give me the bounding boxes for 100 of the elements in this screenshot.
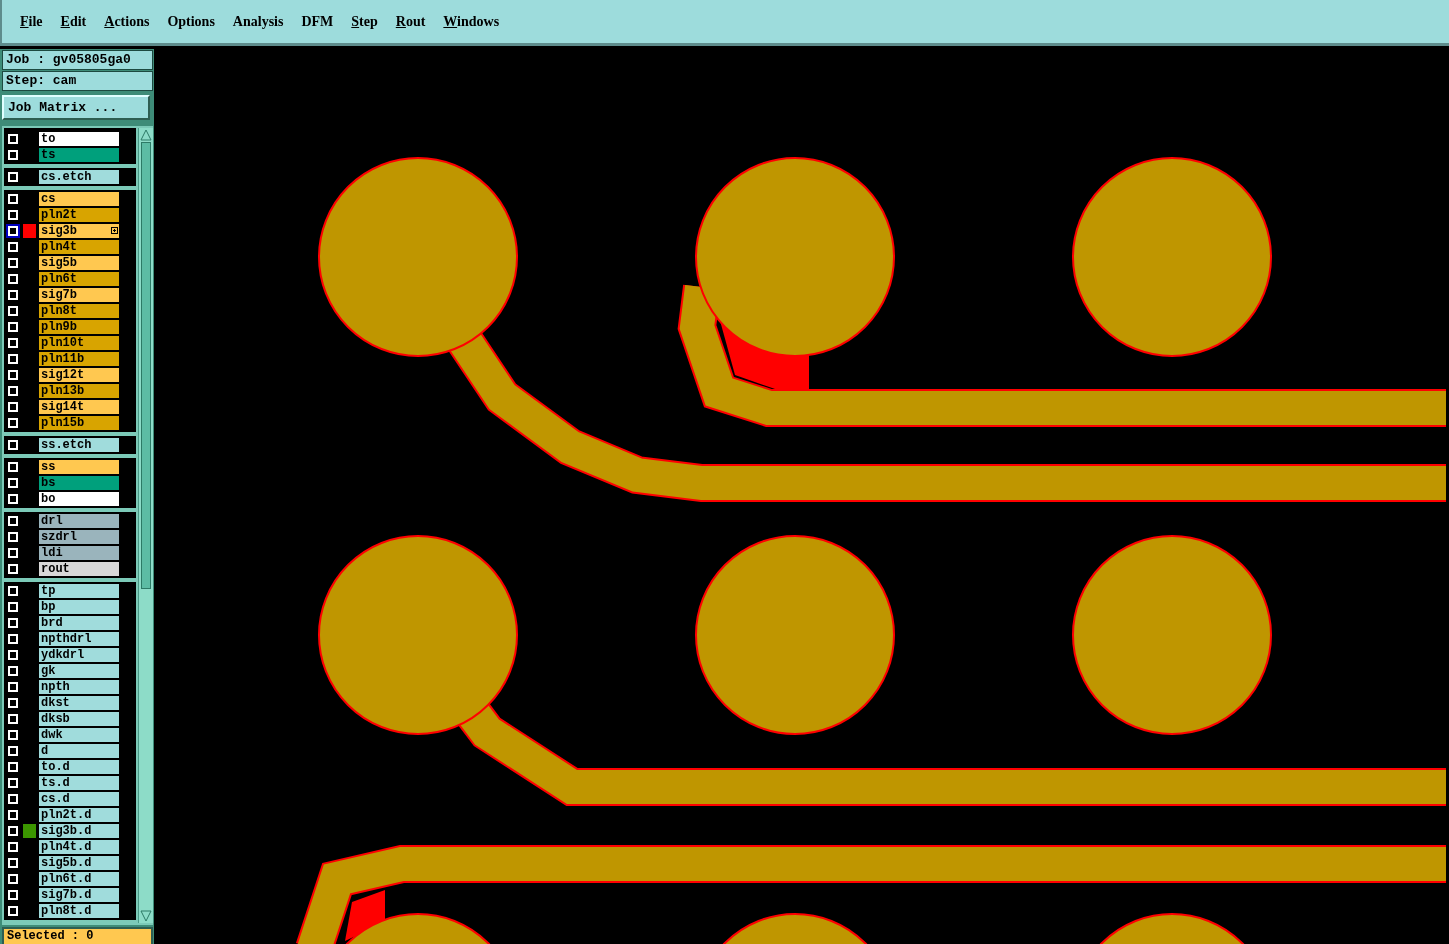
layer-item[interactable]: sig7b.d bbox=[39, 888, 119, 902]
checkbox[interactable] bbox=[8, 794, 18, 804]
layer-item[interactable]: cs bbox=[39, 192, 119, 206]
layer-item[interactable]: ts.d bbox=[39, 776, 119, 790]
layer-item[interactable]: cs.d bbox=[39, 792, 119, 806]
layer-item[interactable]: sig7b bbox=[39, 288, 119, 302]
layer-item[interactable]: sig3b.d bbox=[39, 824, 119, 838]
checkbox[interactable] bbox=[8, 548, 18, 558]
layer-item[interactable]: npth bbox=[39, 680, 119, 694]
checkbox[interactable] bbox=[8, 274, 18, 284]
layer-item[interactable]: ts bbox=[39, 148, 119, 162]
checkbox[interactable] bbox=[8, 762, 18, 772]
menu-item[interactable]: DFM bbox=[295, 9, 340, 34]
layer-item[interactable]: npthdrl bbox=[39, 632, 119, 646]
expand-icon[interactable] bbox=[111, 227, 118, 234]
checkbox[interactable] bbox=[8, 150, 18, 160]
menu-item[interactable]: Windows bbox=[437, 9, 506, 34]
job-matrix-button[interactable]: Job Matrix ... bbox=[2, 95, 150, 120]
checkbox[interactable] bbox=[8, 290, 18, 300]
checkbox[interactable] bbox=[8, 516, 18, 526]
layer-item[interactable]: dksb bbox=[39, 712, 119, 726]
layer-item[interactable]: bs bbox=[39, 476, 119, 490]
layer-item[interactable]: cs.etch bbox=[39, 170, 119, 184]
layer-item[interactable]: pln9b bbox=[39, 320, 119, 334]
layer-item[interactable]: drl bbox=[39, 514, 119, 528]
layer-item[interactable]: bo bbox=[39, 492, 119, 506]
layer-item[interactable]: pln11b bbox=[39, 352, 119, 366]
layer-item[interactable]: ldi bbox=[39, 546, 119, 560]
layer-item[interactable]: d bbox=[39, 744, 119, 758]
checkbox[interactable] bbox=[8, 338, 18, 348]
checkbox[interactable] bbox=[8, 730, 18, 740]
layer-item[interactable]: gk bbox=[39, 664, 119, 678]
layer-item[interactable]: ss bbox=[39, 460, 119, 474]
layer-item[interactable]: pln4t.d bbox=[39, 840, 119, 854]
checkbox[interactable] bbox=[8, 778, 18, 788]
checkbox[interactable] bbox=[8, 810, 18, 820]
menu-item[interactable]: Analysis bbox=[226, 9, 290, 34]
layer-item[interactable]: pln6t bbox=[39, 272, 119, 286]
menu-item[interactable]: Step bbox=[345, 9, 384, 34]
menu-item[interactable]: Actions bbox=[98, 9, 156, 34]
checkbox[interactable] bbox=[8, 826, 18, 836]
checkbox[interactable] bbox=[8, 714, 18, 724]
checkbox[interactable] bbox=[8, 194, 18, 204]
checkbox[interactable] bbox=[8, 242, 18, 252]
checkbox[interactable] bbox=[8, 462, 18, 472]
checkbox[interactable] bbox=[8, 602, 18, 612]
menu-item[interactable]: Edit bbox=[54, 9, 93, 34]
checkbox[interactable] bbox=[8, 532, 18, 542]
checkbox[interactable] bbox=[8, 650, 18, 660]
checkbox[interactable] bbox=[8, 842, 18, 852]
layer-item[interactable]: sig5b.d bbox=[39, 856, 119, 870]
layer-item[interactable]: pln8t bbox=[39, 304, 119, 318]
layer-item[interactable]: pln6t.d bbox=[39, 872, 119, 886]
layer-item[interactable]: sig14t bbox=[39, 400, 119, 414]
checkbox[interactable] bbox=[8, 386, 18, 396]
layer-item[interactable]: dkst bbox=[39, 696, 119, 710]
layer-item[interactable]: pln10t bbox=[39, 336, 119, 350]
checkbox[interactable] bbox=[8, 746, 18, 756]
layer-item[interactable]: rout bbox=[39, 562, 119, 576]
layer-item[interactable]: pln2t bbox=[39, 208, 119, 222]
layer-item[interactable]: pln8t.d bbox=[39, 904, 119, 918]
checkbox[interactable] bbox=[8, 440, 18, 450]
layer-item[interactable]: pln15b bbox=[39, 416, 119, 430]
checkbox[interactable] bbox=[8, 226, 18, 236]
scrollbar[interactable] bbox=[138, 128, 153, 923]
checkbox[interactable] bbox=[8, 134, 18, 144]
checkbox[interactable] bbox=[8, 494, 18, 504]
checkbox[interactable] bbox=[8, 418, 18, 428]
checkbox[interactable] bbox=[8, 586, 18, 596]
checkbox[interactable] bbox=[8, 210, 18, 220]
checkbox[interactable] bbox=[8, 402, 18, 412]
checkbox[interactable] bbox=[8, 666, 18, 676]
menu-item[interactable]: File bbox=[14, 9, 49, 34]
layer-item[interactable]: brd bbox=[39, 616, 119, 630]
checkbox[interactable] bbox=[8, 874, 18, 884]
checkbox[interactable] bbox=[8, 172, 18, 182]
layer-item[interactable]: to bbox=[39, 132, 119, 146]
layer-item[interactable]: sig12t bbox=[39, 368, 119, 382]
checkbox[interactable] bbox=[8, 618, 18, 628]
checkbox[interactable] bbox=[8, 890, 18, 900]
layer-item[interactable]: ss.etch bbox=[39, 438, 119, 452]
checkbox[interactable] bbox=[8, 258, 18, 268]
layer-item[interactable]: pln4t bbox=[39, 240, 119, 254]
menu-item[interactable]: Rout bbox=[389, 9, 432, 34]
checkbox[interactable] bbox=[8, 682, 18, 692]
layer-item[interactable]: tp bbox=[39, 584, 119, 598]
layer-item[interactable]: dwk bbox=[39, 728, 119, 742]
layer-item[interactable]: pln13b bbox=[39, 384, 119, 398]
checkbox[interactable] bbox=[8, 634, 18, 644]
checkbox[interactable] bbox=[8, 858, 18, 868]
checkbox[interactable] bbox=[8, 322, 18, 332]
layer-item[interactable]: pln2t.d bbox=[39, 808, 119, 822]
layer-item[interactable]: sig3b bbox=[39, 224, 119, 238]
menu-item[interactable]: Options bbox=[161, 9, 221, 34]
scroll-thumb[interactable] bbox=[141, 142, 151, 589]
checkbox[interactable] bbox=[8, 370, 18, 380]
checkbox[interactable] bbox=[8, 354, 18, 364]
checkbox[interactable] bbox=[8, 306, 18, 316]
checkbox[interactable] bbox=[8, 478, 18, 488]
layer-item[interactable]: sig5b bbox=[39, 256, 119, 270]
